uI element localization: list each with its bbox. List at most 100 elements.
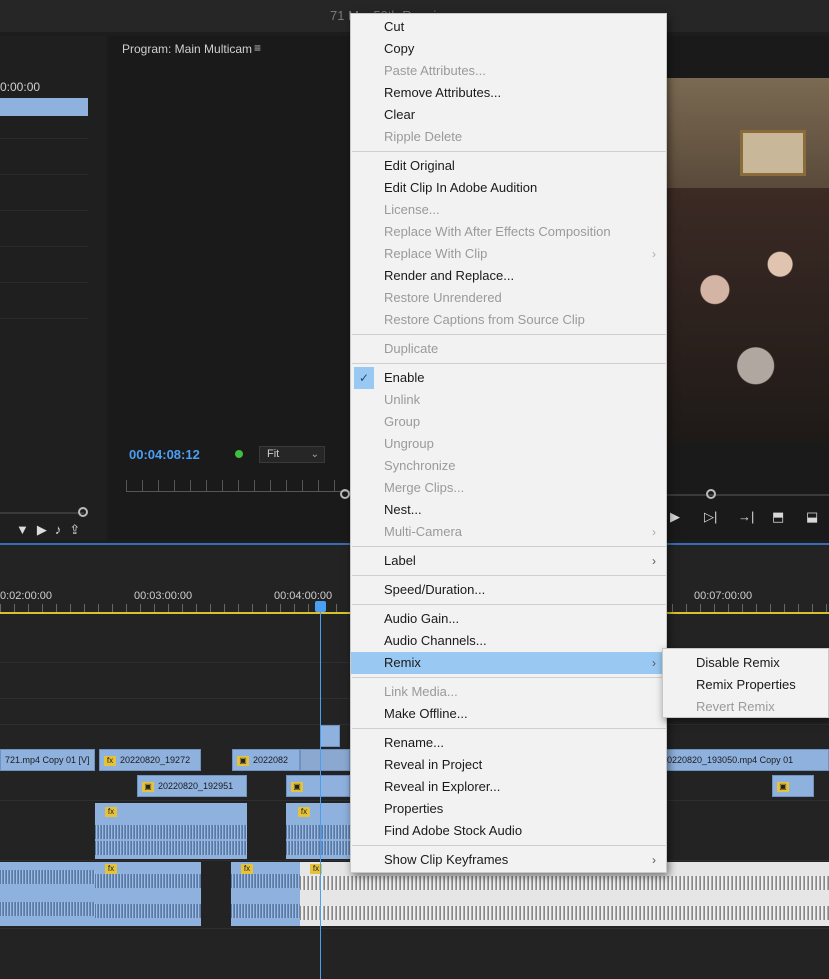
wall-painting [740, 130, 806, 176]
menu-item-remix[interactable]: Remix › [351, 652, 666, 674]
menu-item-render-and-replace[interactable]: Render and Replace... [351, 265, 666, 287]
program-mini-ruler[interactable] [126, 480, 350, 492]
menu-item-reveal-in-project[interactable]: Reveal in Project [351, 754, 666, 776]
video-clip[interactable]: ▣ [286, 775, 350, 797]
go-to-out-icon[interactable]: →| [738, 509, 772, 524]
menu-item-remove-attributes[interactable]: Remove Attributes... [351, 82, 666, 104]
audio-clip[interactable]: fx L R [231, 862, 300, 926]
fx-badge: fx [105, 807, 117, 817]
source-timecode: 0:00:00 [0, 80, 41, 94]
video-clip[interactable] [320, 725, 340, 747]
menu-item-find-stock-audio[interactable]: Find Adobe Stock Audio [351, 820, 666, 842]
program-title[interactable]: Program: Main Multicam [122, 42, 252, 56]
menu-item-cut[interactable]: Cut [351, 16, 666, 38]
video-clip[interactable]: 0220820_193050.mp4 Copy 01 [662, 749, 829, 771]
waveform [300, 876, 829, 890]
chevron-right-icon: › [652, 247, 656, 261]
menu-item-replace-with-clip: Replace With Clip › [351, 243, 666, 265]
menu-item-properties[interactable]: Properties [351, 798, 666, 820]
waveform [0, 902, 95, 916]
menu-item-copy[interactable]: Copy [351, 38, 666, 60]
menu-item-show-clip-keyframes[interactable]: Show Clip Keyframes › [351, 849, 666, 871]
menu-item-clear[interactable]: Clear [351, 104, 666, 126]
menu-item-make-offline[interactable]: Make Offline... [351, 703, 666, 725]
menu-item-link-media: Link Media... [384, 684, 458, 699]
source-clip[interactable] [0, 98, 88, 116]
fx-badge: fx [105, 864, 117, 874]
track-divider [0, 928, 829, 929]
menu-item-nest[interactable]: Nest... [351, 499, 666, 521]
menu-item-ungroup: Ungroup [384, 436, 434, 451]
program-scrub-knob[interactable] [340, 489, 350, 499]
menu-item-edit-original[interactable]: Edit Original [351, 155, 666, 177]
menu-item-license: License... [384, 202, 440, 217]
video-clip[interactable]: ▣ [772, 775, 814, 797]
menu-item-enable[interactable]: ✓ Enable [351, 367, 666, 389]
menu-item-synchronize: Synchronize [384, 458, 456, 473]
video-clip[interactable]: 721.mp4 Copy 01 [V] [0, 749, 95, 771]
waveform [95, 825, 247, 839]
menu-separator [352, 845, 667, 846]
waveform [95, 874, 201, 888]
playhead-handle[interactable] [315, 601, 326, 612]
ruler-label: 0:02:00:00 [0, 590, 52, 602]
video-clip[interactable]: fx 20220820_19272 [99, 749, 201, 771]
program-timecode[interactable]: 00:04:08:12 [129, 447, 200, 462]
fx-badge: fx [241, 864, 253, 874]
waveform [231, 874, 300, 888]
audio-only-icon[interactable]: ▶♪ [37, 522, 70, 537]
menu-item-reveal-in-explorer[interactable]: Reveal in Explorer... [351, 776, 666, 798]
audio-clip[interactable] [0, 862, 95, 926]
filter-icon[interactable]: ▼ [16, 522, 37, 537]
video-clip[interactable] [300, 749, 350, 771]
transport-controls: ▶ ▷| →| ⬒ ⬓ [670, 509, 829, 525]
extract-icon[interactable]: ⬓ [806, 509, 829, 525]
waveform [231, 904, 300, 918]
waveform [0, 870, 95, 884]
source-zoom-knob[interactable] [78, 507, 88, 517]
menu-item-audio-channels[interactable]: Audio Channels... [351, 630, 666, 652]
divider [0, 210, 88, 211]
menu-item-label[interactable]: Label › [351, 550, 666, 572]
menu-item-replace-ae-comp: Replace With After Effects Composition [384, 224, 611, 239]
program-zoom-knob[interactable] [706, 489, 716, 499]
waveform [95, 841, 247, 855]
source-zoom-slider[interactable] [0, 512, 84, 514]
menu-separator [352, 363, 667, 364]
submenu-item-disable-remix[interactable]: Disable Remix [663, 652, 829, 674]
chevron-down-icon: ⌄ [310, 449, 319, 460]
export-icon[interactable]: ⇪ [69, 522, 88, 537]
menu-item-rename[interactable]: Rename... [351, 732, 666, 754]
waveform [95, 904, 201, 918]
step-forward-icon[interactable]: ▷| [704, 509, 738, 525]
ruler-label: 00:03:00:00 [134, 590, 193, 602]
menu-item-restore-captions: Restore Captions from Source Clip [384, 312, 585, 327]
waveform [286, 825, 350, 839]
submenu-item-remix-properties[interactable]: Remix Properties [663, 674, 829, 696]
program-zoom-slider[interactable] [666, 494, 829, 496]
lift-icon[interactable]: ⬒ [772, 509, 806, 525]
clip-context-menu: Cut Copy Paste Attributes... Remove Attr… [350, 13, 667, 873]
waveform [300, 906, 829, 920]
zoom-fit-value: Fit [267, 448, 280, 460]
menu-item-audio-gain[interactable]: Audio Gain... [351, 608, 666, 630]
audio-clip[interactable]: fx [95, 803, 247, 859]
menu-item-edit-in-audition[interactable]: Edit Clip In Adobe Audition [351, 177, 666, 199]
audio-clip[interactable]: fx L R [95, 862, 201, 926]
menu-separator [352, 546, 667, 547]
crowd-image [666, 188, 829, 442]
fx-badge: ▣ [777, 781, 789, 792]
audio-clip[interactable]: fx [286, 803, 350, 859]
waveform [286, 841, 350, 855]
video-clip[interactable]: ▣ 2022082 [232, 749, 300, 771]
video-clip[interactable]: ▣ 20220820_192951 [137, 775, 247, 797]
ruler-label: 00:07:00:00 [694, 590, 753, 602]
divider [0, 246, 88, 247]
play-icon[interactable]: ▶ [670, 509, 704, 525]
menu-item-multi-camera: Multi-Camera › [351, 521, 666, 543]
divider [0, 138, 88, 139]
menu-separator [352, 604, 667, 605]
zoom-fit-select[interactable]: Fit ⌄ [259, 446, 325, 463]
panel-menu-icon[interactable]: ≡ [254, 41, 261, 55]
menu-item-speed-duration[interactable]: Speed/Duration... [351, 579, 666, 601]
